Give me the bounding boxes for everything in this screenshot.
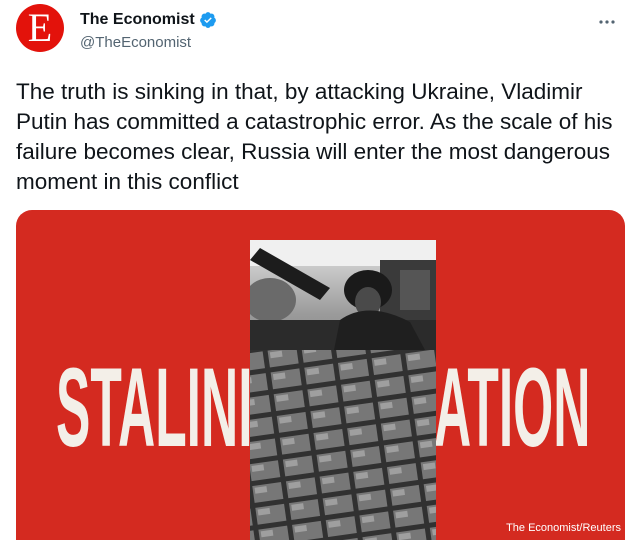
tweet-text: The truth is sinking in that, by attacki… [16,79,613,194]
cover-photo-soldier-tank [250,240,436,540]
image-credit: The Economist/Reuters [506,522,621,534]
more-dots-icon [599,20,615,24]
display-name-row: The Economist [80,10,217,30]
author-handle[interactable]: @TheEconomist [80,34,217,51]
verified-badge-icon [199,12,216,28]
cover-headline-right: ATION [434,345,591,470]
tweet-media-image[interactable]: STALINI ATION The Economist/Reuters [16,210,625,540]
display-name[interactable]: The Economist [80,11,195,29]
more-horizontal-icon[interactable] [595,12,619,32]
soldier-on-tank-photo [250,240,436,540]
avatar-letter: E [27,5,53,50]
avatar[interactable]: E [16,4,64,52]
author-names: The Economist @TheEconomist [80,10,217,51]
tweet-header: E The Economist @TheEconomist [16,4,623,60]
cover-headline-left: STALINI [56,345,253,470]
